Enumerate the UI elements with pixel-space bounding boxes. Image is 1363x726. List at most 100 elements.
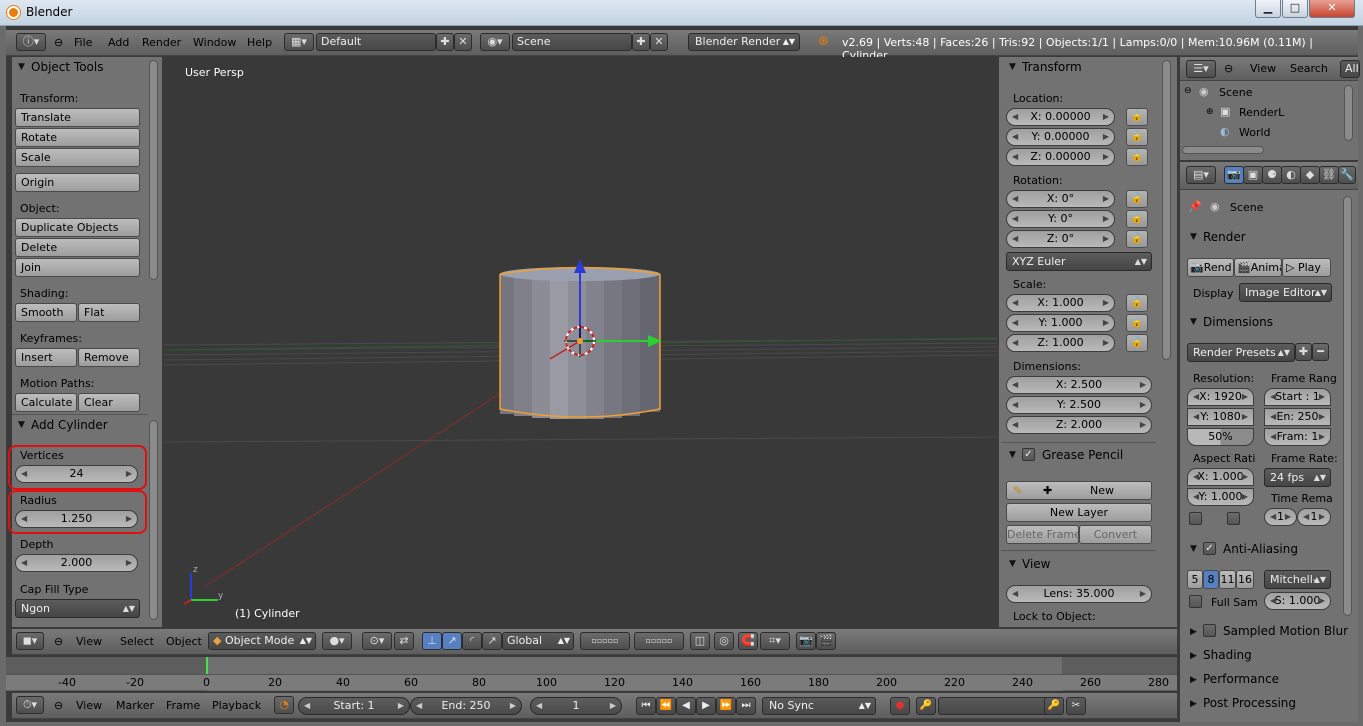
timeline-collapse-icon[interactable]: ⊖ xyxy=(54,699,63,712)
frame-start-field[interactable]: ◀ Start : 1 ▶ xyxy=(1264,388,1331,406)
grease-pencil-checkbox[interactable]: ✓ xyxy=(1022,448,1035,461)
filter-size-field[interactable]: ◀ S: 1.000 ▶ xyxy=(1264,592,1331,610)
origin-button[interactable]: Origin xyxy=(15,173,140,192)
aspect-y-field[interactable]: ◀ Y: 1.000 ▶ xyxy=(1187,488,1254,506)
render-presets-select[interactable]: Render Presets ▲▼ xyxy=(1187,343,1295,362)
modifiers-tab-icon[interactable]: 🔧 xyxy=(1338,166,1356,184)
jump-start-icon[interactable]: ⏮ xyxy=(636,697,656,715)
constraints-tab-icon[interactable]: ⛓ xyxy=(1319,166,1339,184)
smooth-button[interactable]: Smooth xyxy=(15,303,77,322)
resolution-y-field[interactable]: ◀ Y: 1080 ▶ xyxy=(1187,408,1254,426)
rotation-mode-select[interactable]: XYZ Euler ▲▼ xyxy=(1006,252,1152,271)
viewport-object-menu[interactable]: Object xyxy=(166,635,202,648)
time-remap-new-field[interactable]: ◀ 1 ▶ xyxy=(1297,508,1331,526)
pivot-point-icon[interactable]: ⊙▾ xyxy=(362,632,392,650)
view-collapse-icon[interactable]: ▼ xyxy=(1009,559,1016,569)
layout-name-field[interactable]: Default xyxy=(316,33,436,51)
manipulator-scale-icon[interactable]: ↗ xyxy=(482,632,502,650)
anti-aliasing-checkbox[interactable]: ✓ xyxy=(1203,542,1216,555)
aa-samples-8-button[interactable]: 8 xyxy=(1203,570,1219,589)
convert-button[interactable]: Convert xyxy=(1079,525,1152,544)
rotation-z-field[interactable]: ◀ Z: 0° ▶ xyxy=(1006,230,1115,248)
lock-location-y-icon[interactable]: 🔓 xyxy=(1126,128,1148,146)
properties-scrollbar[interactable] xyxy=(1343,196,1352,616)
render-layers-expand-icon[interactable]: ⊕ xyxy=(1206,107,1214,117)
pin-icon[interactable]: 📌 xyxy=(1188,200,1202,213)
new-layer-button[interactable]: New Layer xyxy=(1006,503,1152,522)
auto-keyframe-icon[interactable]: ● xyxy=(890,697,910,715)
snap-element-icon[interactable]: ⌗▾ xyxy=(760,632,790,650)
start-frame-field[interactable]: ◀ Start: 1 ▶ xyxy=(298,697,410,715)
viewport-shading-icon[interactable]: ●▾ xyxy=(322,632,352,650)
timeline-editor-type-icon[interactable]: ⏱▾ xyxy=(16,696,44,714)
snap-toggle-icon[interactable]: 🧲 xyxy=(738,632,758,650)
resolution-x-field[interactable]: ◀ X: 1920 ▶ xyxy=(1187,388,1254,406)
insert-keyframe-icon[interactable]: 🔑 xyxy=(1044,697,1064,715)
remove-preset-icon[interactable]: ━ xyxy=(1312,343,1329,361)
manipulator-centers-icon[interactable]: ⇄ xyxy=(394,632,414,650)
timeline-view-menu[interactable]: View xyxy=(76,699,102,712)
jump-end-icon[interactable]: ⏭ xyxy=(736,697,756,715)
delete-scene-icon[interactable]: ✕ xyxy=(650,33,668,51)
lock-rotation-z-icon[interactable]: 🔓 xyxy=(1126,230,1148,248)
manipulator-translate-icon[interactable]: ↗ xyxy=(442,632,462,650)
render-layers-tab-icon[interactable]: ▣ xyxy=(1243,166,1263,184)
play-button[interactable]: ▷ Play xyxy=(1282,258,1331,277)
rotation-x-field[interactable]: ◀ X: 0° ▶ xyxy=(1006,190,1115,208)
lens-field[interactable]: ◀ Lens: 35.000 ▶ xyxy=(1006,585,1152,603)
viewport-editor-type-icon[interactable]: ◼▾ xyxy=(16,632,44,650)
add-layout-icon[interactable]: ✚ xyxy=(436,33,454,51)
keying-set-field[interactable] xyxy=(938,697,1058,715)
outliner-editor-type-icon[interactable]: ☰▾ xyxy=(1186,60,1216,78)
border-checkbox[interactable] xyxy=(1189,512,1202,525)
lock-layers-icon[interactable]: ◫ xyxy=(690,632,710,650)
resolution-percent-field[interactable]: 50% xyxy=(1187,428,1254,446)
aa-samples-16-button[interactable]: 16 xyxy=(1236,570,1254,589)
remove-keyframe-button[interactable]: Remove xyxy=(78,348,140,367)
outliner-search-menu[interactable]: Search xyxy=(1290,62,1328,75)
add-preset-icon[interactable]: ✚ xyxy=(1295,343,1312,361)
collapse-menus-icon[interactable]: ⊖ xyxy=(54,36,63,49)
outliner-world-item[interactable]: World xyxy=(1239,126,1271,139)
display-select[interactable]: Image Editor ▲▼ xyxy=(1239,283,1332,302)
current-frame-field[interactable]: ◀ 1 ▶ xyxy=(530,697,622,715)
n-panel-scrollbar[interactable] xyxy=(1162,60,1171,360)
end-frame-field[interactable]: ◀ End: 250 ▶ xyxy=(410,697,522,715)
location-y-field[interactable]: ◀ Y: 0.00000 ▶ xyxy=(1006,128,1115,146)
delete-layout-icon[interactable]: ✕ xyxy=(454,33,472,51)
aa-samples-11-button[interactable]: 11 xyxy=(1219,570,1236,589)
timeline-frame-menu[interactable]: Frame xyxy=(166,699,200,712)
preview-range-icon[interactable]: ◔ xyxy=(274,696,294,714)
dimensions-collapse-icon[interactable]: ▼ xyxy=(1190,317,1197,327)
menu-render[interactable]: Render xyxy=(142,36,181,49)
play-reverse-icon[interactable]: ◀ xyxy=(676,697,696,715)
timeline-playhead[interactable] xyxy=(206,657,208,675)
outliner-hscrollbar[interactable] xyxy=(1182,146,1264,154)
scale-z-field[interactable]: ◀ Z: 1.000 ▶ xyxy=(1006,334,1115,352)
timeline-marker-menu[interactable]: Marker xyxy=(116,699,154,712)
lock-scale-y-icon[interactable]: 🔓 xyxy=(1126,314,1148,332)
crop-checkbox[interactable] xyxy=(1227,512,1240,525)
render-tab-icon[interactable]: 📷 xyxy=(1224,166,1244,184)
post-processing-expand-icon[interactable]: ▶ xyxy=(1190,699,1197,709)
anti-aliasing-collapse-icon[interactable]: ▼ xyxy=(1190,544,1197,554)
lock-scale-x-icon[interactable]: 🔓 xyxy=(1126,294,1148,312)
outliner-collapse-icon[interactable]: ⊖ xyxy=(1224,62,1233,75)
properties-editor-type-icon[interactable]: ▤▾ xyxy=(1186,166,1216,184)
shading-expand-icon[interactable]: ▶ xyxy=(1190,651,1197,661)
aa-filter-select[interactable]: Mitchell- ▲▼ xyxy=(1264,570,1331,589)
translate-button[interactable]: Translate xyxy=(15,108,140,127)
menu-window[interactable]: Window xyxy=(193,36,236,49)
outliner-scene-item[interactable]: Scene xyxy=(1219,86,1253,99)
timeline-playback-menu[interactable]: Playback xyxy=(212,699,261,712)
scene-tab-icon[interactable]: ⚈ xyxy=(1262,166,1282,184)
rotation-y-field[interactable]: ◀ Y: 0° ▶ xyxy=(1006,210,1115,228)
render-engine-select[interactable]: Blender Render ▲▼ xyxy=(688,33,800,51)
scene-expand-icon[interactable]: ⊖ xyxy=(1184,86,1192,96)
rotate-button[interactable]: Rotate xyxy=(15,128,140,147)
interaction-mode-select[interactable]: ◆ Object Mode ▲▼ xyxy=(208,632,316,650)
motion-blur-checkbox[interactable] xyxy=(1203,624,1216,637)
opengl-anim-icon[interactable]: 🎬 xyxy=(816,632,836,650)
viewport-select-menu[interactable]: Select xyxy=(120,635,154,648)
world-tab-icon[interactable]: ◐ xyxy=(1281,166,1301,184)
